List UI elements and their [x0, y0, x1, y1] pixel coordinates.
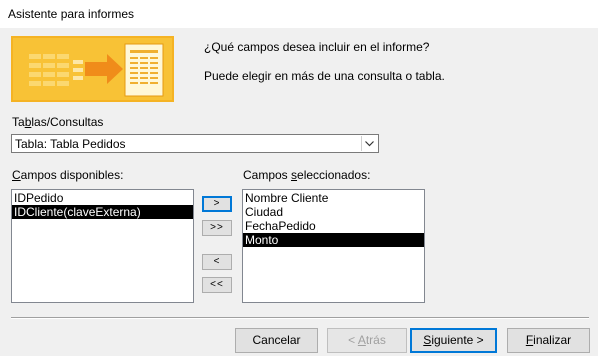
list-item[interactable]: Monto: [243, 233, 424, 247]
remove-all-fields-button[interactable]: <<: [202, 277, 232, 293]
selected-fields-list[interactable]: Nombre Cliente Ciudad FechaPedido Monto: [242, 189, 425, 303]
report-wizard-icon: [11, 36, 174, 102]
back-button[interactable]: < Atrás: [327, 328, 407, 353]
available-fields-list[interactable]: IDPedido IDCliente(claveExterna): [11, 189, 194, 303]
tables-combobox-value: Tabla: Tabla Pedidos: [15, 137, 126, 151]
list-item[interactable]: FechaPedido: [243, 219, 424, 233]
intro-hint: Puede elegir en más de una consulta o ta…: [204, 69, 445, 83]
list-item[interactable]: IDPedido: [12, 191, 193, 205]
add-all-fields-button[interactable]: >>: [202, 220, 232, 236]
list-item[interactable]: IDCliente(claveExterna): [12, 205, 193, 219]
tables-label: Tablas/Consultas: [12, 115, 104, 129]
next-button[interactable]: Siguiente >: [410, 328, 497, 353]
cancel-button[interactable]: Cancelar: [235, 328, 318, 353]
intro-question: ¿Qué campos desea incluir en el informe?: [204, 40, 430, 54]
window-title: Asistente para informes: [8, 7, 135, 21]
selected-fields-label: Campos seleccionados:: [243, 168, 371, 182]
title-bar: Asistente para informes: [0, 0, 598, 28]
remove-field-button[interactable]: <: [202, 254, 232, 270]
available-fields-label: Campos disponibles:: [12, 168, 124, 182]
finish-button[interactable]: Finalizar: [507, 328, 590, 353]
wizard-illustration: [11, 36, 174, 102]
list-item[interactable]: Ciudad: [243, 205, 424, 219]
tables-combobox[interactable]: Tabla: Tabla Pedidos: [11, 134, 379, 153]
footer-separator: [11, 317, 589, 319]
add-field-button[interactable]: >: [202, 196, 232, 212]
list-item[interactable]: Nombre Cliente: [243, 191, 424, 205]
chevron-down-icon[interactable]: [361, 136, 377, 151]
